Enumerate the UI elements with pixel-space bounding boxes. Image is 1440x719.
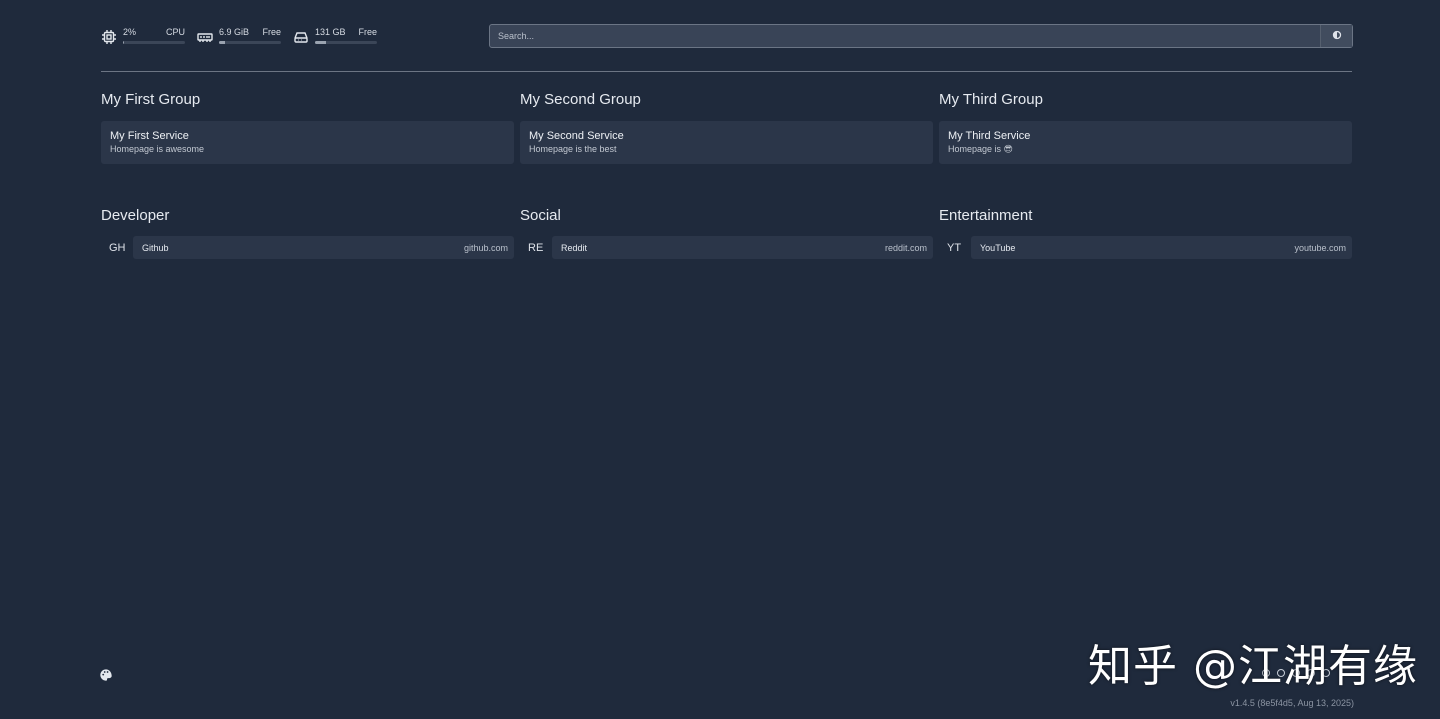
search-input[interactable] [490,25,1320,47]
bookmark-row[interactable]: YT YouTube youtube.com [939,236,1352,259]
group-title: Developer [101,207,170,224]
bookmark-row[interactable]: RE Reddit reddit.com [520,236,933,259]
group-title: My Third Group [939,91,1043,108]
search-engine-button[interactable] [1320,25,1352,47]
group-title: Entertainment [939,207,1033,224]
service-group-first: My First Group My First Service Homepage… [101,90,514,164]
disk-label: Free [358,26,377,37]
memory-bar-fill [219,40,226,44]
bookmark-name: YouTube [980,242,1016,253]
group-title: My First Group [101,91,201,108]
bookmark-host: youtube.com [1294,242,1346,253]
bookmark-group-developer: Developer GH Github github.com [101,206,514,259]
cpu-value: 2% [123,26,137,37]
cpu-bar-fill [123,40,125,44]
service-description: Homepage is awesome [110,144,205,154]
service-card-first[interactable]: My First Service Homepage is awesome [101,121,514,164]
service-name: My Second Service [529,130,624,142]
service-group-third: My Third Group My Third Service Homepage… [939,90,1352,164]
service-card-second[interactable]: My Second Service Homepage is the best [520,121,933,164]
memory-widget: 6.9 GiB Free [197,26,281,47]
bookmark-row[interactable]: GH Github github.com [101,236,514,259]
disk-bar [315,40,377,44]
cpu-widget: 2% CPU [101,26,185,47]
cpu-icon [101,29,119,47]
memory-bar [219,40,281,44]
bookmark-host: github.com [463,242,508,253]
bookmark-abbr: RE [528,241,544,254]
search-box [489,24,1353,48]
group-title: My Second Group [520,91,641,108]
bookmark-host: reddit.com [884,242,927,253]
bookmark-abbr: YT [947,241,962,254]
bookmark-group-entertainment: Entertainment YT YouTube youtube.com [939,206,1352,259]
disk-bar-fill [315,40,327,44]
header: 2% CPU 6.9 GiB Free 131 GB Free Search..… [101,24,1353,48]
bookmark-name: Reddit [561,242,588,253]
service-card-third[interactable]: My Third Service Homepage is 😎 [939,121,1352,164]
memory-value: 6.9 GiB [219,26,250,37]
service-description: Homepage is 😎 [948,144,1013,154]
search-engine-icon [1332,27,1342,45]
bookmark-youtube[interactable]: YouTube youtube.com [971,236,1352,259]
cpu-bar [123,40,185,44]
palette-icon[interactable] [99,668,113,682]
memory-label: Free [262,26,281,37]
hard-drive-icon [293,29,311,47]
header-divider [101,71,1352,72]
service-description: Homepage is the best [529,144,617,154]
disk-widget: 131 GB Free [293,26,377,47]
service-name: My Third Service [948,130,1031,142]
watermark: 知乎 @江湖有缘 [1088,641,1418,692]
group-title: Social [520,207,561,224]
disk-value: 131 GB [315,26,346,37]
service-group-second: My Second Group My Second Service Homepa… [520,90,933,164]
bookmark-github[interactable]: Github github.com [133,236,514,259]
bookmark-reddit[interactable]: Reddit reddit.com [552,236,933,259]
bookmark-name: Github [142,242,169,253]
bookmark-abbr: GH [109,241,126,254]
memory-icon [197,29,215,47]
version-label: v1.4.5 (8e5f4d5, Aug 13, 2025) [1230,698,1354,708]
cpu-label: CPU [165,26,185,37]
service-name: My First Service [110,130,189,142]
bookmark-group-social: Social RE Reddit reddit.com [520,206,933,259]
